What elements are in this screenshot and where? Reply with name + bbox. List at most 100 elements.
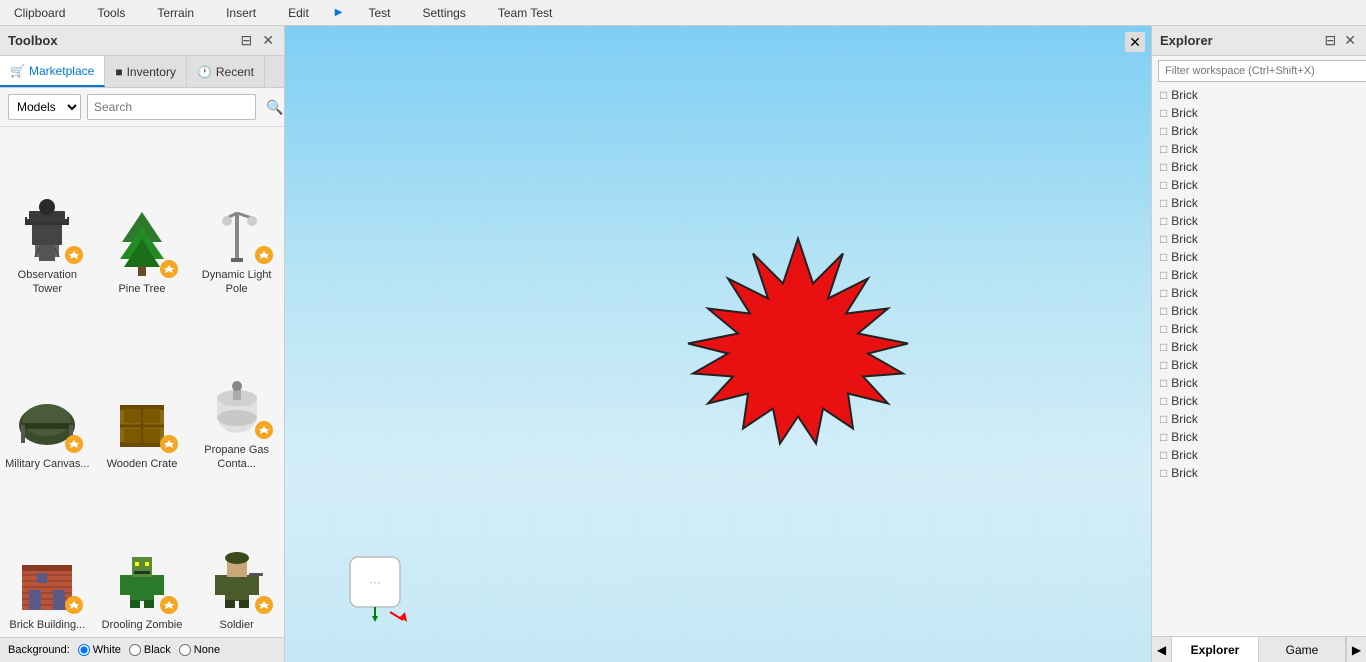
- search-input[interactable]: [87, 94, 256, 120]
- viewport[interactable]: ✕ ⋯: [285, 26, 1151, 662]
- explorer-item[interactable]: □Brick: [1152, 428, 1366, 446]
- explorer-item[interactable]: □Brick: [1152, 176, 1366, 194]
- explorer-item[interactable]: □Brick: [1152, 320, 1366, 338]
- item-thumb-military-canvas: [9, 379, 85, 455]
- item-badge-pine-tree: [160, 260, 178, 278]
- menu-edit[interactable]: Edit: [282, 4, 315, 22]
- brick-icon: □: [1160, 196, 1167, 210]
- toolbox-tabs: 🛒 Marketplace ■ Inventory 🕐 Recent: [0, 56, 284, 88]
- explorer-item[interactable]: □Brick: [1152, 86, 1366, 104]
- brick-icon: □: [1160, 322, 1167, 336]
- background-row: Background: White Black None: [0, 637, 284, 662]
- toolbox-dock-button[interactable]: ⊟: [239, 32, 255, 49]
- explorer-item[interactable]: □Brick: [1152, 140, 1366, 158]
- main-layout: Toolbox ⊟ ✕ 🛒 Marketplace ■ Inventory 🕐 …: [0, 26, 1366, 662]
- items-grid: Observation Tower Pine Tree: [0, 127, 284, 637]
- menu-team-test[interactable]: Team Test: [492, 4, 558, 22]
- brick-icon: □: [1160, 250, 1167, 264]
- explorer-item[interactable]: □Brick: [1152, 356, 1366, 374]
- explorer-item[interactable]: □Brick: [1152, 230, 1366, 248]
- item-badge-military-canvas: [65, 435, 83, 453]
- grid-item-soldier[interactable]: Soldier: [189, 477, 284, 637]
- grid-item-drooling-zombie[interactable]: Drooling Zombie: [95, 477, 190, 637]
- explorer-item[interactable]: □Brick: [1152, 158, 1366, 176]
- brick-icon: □: [1160, 124, 1167, 138]
- recent-icon: 🕐: [197, 65, 212, 79]
- tab-marketplace[interactable]: 🛒 Marketplace: [0, 56, 105, 87]
- explorer-filter-input[interactable]: [1158, 60, 1366, 82]
- item-badge-soldier: [255, 596, 273, 614]
- search-row: Models Meshes Images Audio Plugins 🔍 ≡: [0, 88, 284, 127]
- grid-item-propane-gas[interactable]: Propane Gas Conta...: [189, 302, 284, 477]
- explorer-item[interactable]: □Brick: [1152, 410, 1366, 428]
- explorer-item[interactable]: □Brick: [1152, 464, 1366, 482]
- explorer-scroll-right[interactable]: ▶: [1346, 637, 1366, 662]
- tab-game[interactable]: Game: [1259, 637, 1346, 662]
- item-badge-drooling-zombie: [160, 596, 178, 614]
- explorer-item[interactable]: □Brick: [1152, 374, 1366, 392]
- tab-marketplace-label: Marketplace: [29, 64, 94, 78]
- explorer-item[interactable]: □Brick: [1152, 122, 1366, 140]
- item-thumb-drooling-zombie: [104, 540, 180, 616]
- explorer-dock-button[interactable]: ⊟: [1323, 32, 1339, 49]
- menu-settings[interactable]: Settings: [417, 4, 472, 22]
- brick-icon: □: [1160, 340, 1167, 354]
- tab-recent[interactable]: 🕐 Recent: [187, 56, 265, 87]
- explorer-item[interactable]: □Brick: [1152, 284, 1366, 302]
- tab-explorer[interactable]: Explorer: [1172, 637, 1259, 662]
- svg-text:⋯: ⋯: [370, 577, 381, 589]
- grid-item-observation-tower[interactable]: Observation Tower: [0, 127, 95, 302]
- item-thumb-brick-building: [9, 540, 85, 616]
- marketplace-icon: 🛒: [10, 64, 25, 78]
- explorer-footer: ◀ Explorer Game ▶: [1152, 636, 1366, 662]
- item-label-brick-building: Brick Building...: [9, 618, 85, 632]
- brick-icon: □: [1160, 286, 1167, 300]
- menu-test[interactable]: Test: [362, 4, 396, 22]
- search-button[interactable]: 🔍: [262, 97, 287, 118]
- item-badge-wooden-crate: [160, 435, 178, 453]
- explorer-header: Explorer ⊟ ✕: [1152, 26, 1366, 56]
- grid-item-dynamic-light-pole[interactable]: Dynamic Light Pole: [189, 127, 284, 302]
- grid-item-brick-building[interactable]: Brick Building...: [0, 477, 95, 637]
- grid-item-military-canvas[interactable]: Military Canvas...: [0, 302, 95, 477]
- brick-icon: □: [1160, 394, 1167, 408]
- bg-white-radio[interactable]: [78, 644, 90, 656]
- menu-clipboard[interactable]: Clipboard: [8, 4, 71, 22]
- brick-icon: □: [1160, 412, 1167, 426]
- item-label-propane-gas: Propane Gas Conta...: [194, 443, 279, 472]
- model-type-select[interactable]: Models Meshes Images Audio Plugins: [8, 94, 81, 120]
- explorer-item[interactable]: □Brick: [1152, 194, 1366, 212]
- bg-none-radio[interactable]: [179, 644, 191, 656]
- explorer-item[interactable]: □Brick: [1152, 302, 1366, 320]
- bg-black-radio[interactable]: [129, 644, 141, 656]
- explorer-item[interactable]: □Brick: [1152, 104, 1366, 122]
- explorer-scroll-left[interactable]: ◀: [1152, 637, 1172, 662]
- explorer-item[interactable]: □Brick: [1152, 446, 1366, 464]
- explorer-close-button[interactable]: ✕: [1342, 32, 1358, 49]
- item-badge-observation-tower: [65, 246, 83, 264]
- menu-tools[interactable]: Tools: [91, 4, 131, 22]
- viewport-close-button[interactable]: ✕: [1125, 32, 1145, 52]
- brick-icon: □: [1160, 88, 1167, 102]
- menu-terrain[interactable]: Terrain: [151, 4, 200, 22]
- explosion-shape: [668, 229, 918, 439]
- explorer-item[interactable]: □Brick: [1152, 248, 1366, 266]
- brick-icon: □: [1160, 178, 1167, 192]
- bg-white-option[interactable]: White: [78, 644, 121, 656]
- menu-insert[interactable]: Insert: [220, 4, 262, 22]
- bg-none-option[interactable]: None: [179, 644, 220, 656]
- tab-inventory[interactable]: ■ Inventory: [105, 56, 187, 87]
- explorer-item[interactable]: □Brick: [1152, 392, 1366, 410]
- explorer-title: Explorer: [1160, 33, 1213, 48]
- item-thumb-pine-tree: [104, 204, 180, 280]
- explorer-item[interactable]: □Brick: [1152, 212, 1366, 230]
- grid-item-wooden-crate[interactable]: Wooden Crate: [95, 302, 190, 477]
- grid-item-pine-tree[interactable]: Pine Tree: [95, 127, 190, 302]
- brick-icon: □: [1160, 106, 1167, 120]
- bg-black-option[interactable]: Black: [129, 644, 171, 656]
- item-thumb-observation-tower: [9, 190, 85, 266]
- brick-icon: □: [1160, 268, 1167, 282]
- explorer-item[interactable]: □Brick: [1152, 266, 1366, 284]
- explorer-item[interactable]: □Brick: [1152, 338, 1366, 356]
- toolbox-close-button[interactable]: ✕: [260, 32, 276, 49]
